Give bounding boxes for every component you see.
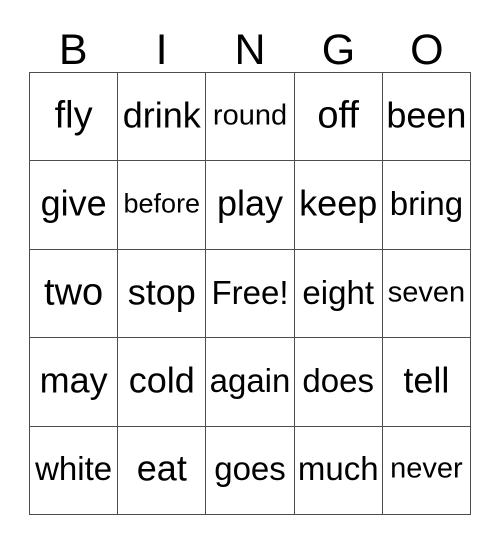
bingo-cell-label: eat (136, 447, 187, 489)
bingo-cell[interactable]: seven (382, 249, 472, 339)
bingo-cell-label: Free! (211, 273, 289, 311)
bingo-cell[interactable]: eight (294, 249, 383, 339)
bingo-cell-label: tell (403, 359, 450, 401)
bingo-cell[interactable]: may (30, 338, 119, 427)
bingo-cell-label: goes (214, 450, 286, 488)
bingo-cell[interactable]: tell (382, 338, 472, 427)
bingo-cell-label: give (40, 182, 107, 224)
bingo-cell-label: eight (302, 273, 374, 311)
bingo-cell-label: seven (387, 275, 466, 308)
bingo-header-cell-1: I (117, 22, 205, 72)
bingo-cell-label: been (386, 94, 467, 136)
bingo-cell[interactable]: round (206, 73, 295, 162)
bingo-cell[interactable]: keep (294, 161, 383, 250)
bingo-cell-label: bring (389, 185, 464, 223)
bingo-cell[interactable]: eat (118, 426, 207, 516)
bingo-cell[interactable]: drink (118, 73, 207, 162)
bingo-header-letter-n: N (234, 26, 266, 74)
bingo-cell-label: two (44, 270, 104, 313)
bingo-cell[interactable]: does (294, 338, 383, 427)
bingo-cell-label: cold (128, 359, 195, 401)
bingo-row: fly drink round off been (30, 73, 472, 162)
bingo-cell-label: never (390, 452, 463, 485)
bingo-header-letter-i: I (155, 26, 168, 74)
bingo-cell[interactable]: before (118, 161, 207, 250)
bingo-cell[interactable]: off (294, 73, 383, 162)
bingo-row: white eat goes much never (30, 426, 472, 516)
bingo-row: two stop Free! eight seven (30, 249, 472, 339)
bingo-cell[interactable]: stop (118, 249, 207, 339)
bingo-cell[interactable]: cold (118, 338, 207, 427)
bingo-header-row: B I N G O (29, 22, 471, 72)
bingo-cell-label: keep (299, 182, 378, 224)
bingo-cell-label: may (39, 359, 108, 401)
bingo-cell[interactable]: bring (382, 161, 472, 250)
bingo-cell[interactable]: two (30, 249, 119, 339)
bingo-cell-label: before (123, 188, 201, 219)
bingo-cell[interactable]: again (206, 338, 295, 427)
bingo-header-letter-g: G (321, 26, 356, 74)
bingo-cell-label: again (209, 362, 291, 400)
bingo-cell-label: round (212, 99, 288, 132)
bingo-cell-label: drink (122, 94, 201, 136)
bingo-grid: fly drink round off been give before pla… (29, 72, 472, 516)
bingo-cell[interactable]: play (206, 161, 295, 250)
bingo-cell[interactable]: much (294, 426, 383, 516)
bingo-row: may cold again does tell (30, 338, 472, 427)
bingo-cell-free[interactable]: Free! (206, 249, 295, 339)
bingo-row: give before play keep bring (30, 161, 472, 250)
bingo-card: B I N G O fly drink round off been give … (0, 0, 500, 544)
bingo-cell-label: white (35, 450, 113, 488)
bingo-cell[interactable]: been (382, 73, 472, 162)
bingo-cell[interactable]: goes (206, 426, 295, 516)
bingo-header-cell-3: G (294, 22, 382, 72)
bingo-cell[interactable]: never (382, 426, 472, 516)
bingo-cell[interactable]: give (30, 161, 119, 250)
bingo-header-cell-2: N (206, 22, 294, 72)
bingo-cell-label: much (297, 450, 379, 488)
bingo-header-cell-0: B (29, 22, 117, 72)
bingo-cell-label: off (317, 94, 359, 137)
bingo-cell[interactable]: white (30, 426, 119, 516)
bingo-cell[interactable]: fly (30, 73, 119, 162)
bingo-cell-label: does (302, 362, 374, 400)
bingo-header-cell-4: O (383, 22, 471, 72)
bingo-header-letter-o: O (410, 26, 444, 74)
bingo-cell-label: stop (127, 271, 196, 313)
bingo-cell-label: fly (54, 94, 93, 137)
bingo-header-letter-b: B (58, 26, 88, 74)
bingo-cell-label: play (216, 182, 284, 224)
